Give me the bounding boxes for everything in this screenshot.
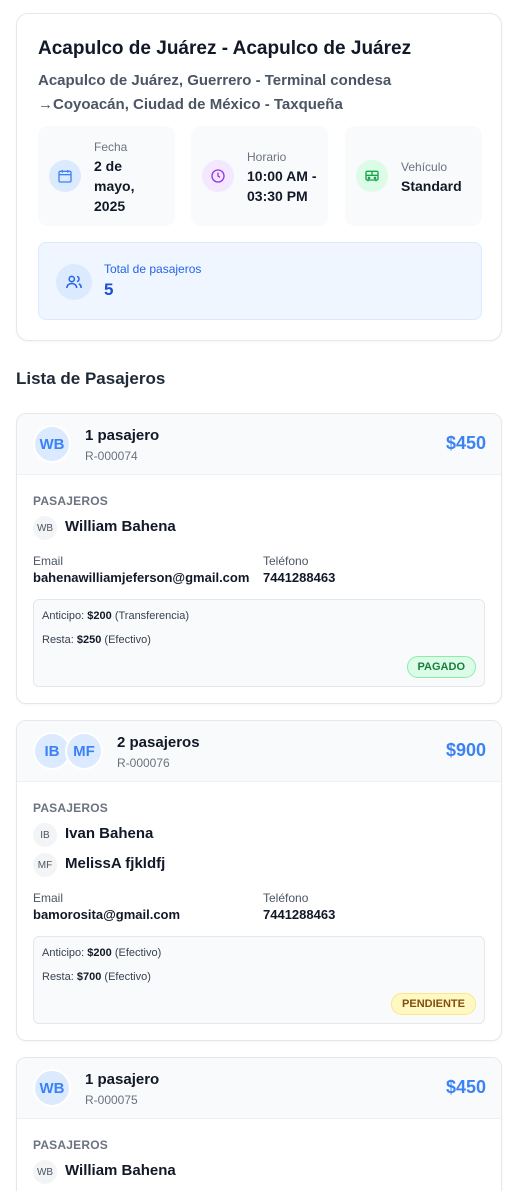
vehicle-label: Vehículo <box>401 160 448 174</box>
payment-summary: Anticipo: $200 (Efectivo) Resta: $700 (E… <box>33 936 485 1024</box>
reservation-price: $450 <box>445 433 486 453</box>
advance-label: Anticipo: <box>42 610 85 622</box>
passenger-list-title: Lista de Pasajeros <box>16 369 166 388</box>
passenger-avatar: IB <box>33 823 57 847</box>
passenger-avatar: MF <box>33 853 57 877</box>
status-badge: PAGADO <box>406 656 476 678</box>
date-value: 2 de mayo, 2025 <box>94 158 135 214</box>
reservation-price: $900 <box>445 740 486 760</box>
remaining-line: Resta: $250 (Efectivo) <box>42 634 151 646</box>
phone-value: 7441288463 <box>263 570 336 585</box>
passenger-avatar: WB <box>33 1160 57 1184</box>
reservation-code: R-000076 <box>117 756 170 770</box>
passengers-label: PASAJEROS <box>33 1138 108 1152</box>
total-passengers-box: Total de pasajeros 5 <box>38 242 482 320</box>
bus-icon <box>356 160 388 192</box>
total-passengers-value: 5 <box>104 280 114 299</box>
trip-route: Acapulco de Juárez, Guerrero - Terminal … <box>38 72 392 113</box>
phone-label: Teléfono <box>263 891 309 905</box>
phone-label: Teléfono <box>263 554 309 568</box>
reservation-code: R-000074 <box>85 449 138 463</box>
calendar-icon <box>49 160 81 192</box>
avatar: WB <box>33 1069 71 1107</box>
reservation-card[interactable]: WB 1 pasajero R-000074 $450 PASAJEROS WB… <box>16 413 502 704</box>
date-info: Fecha 2 de mayo, 2025 <box>38 126 175 226</box>
email-value: bamorosita@gmail.com <box>33 907 181 922</box>
advance-amount: $200 <box>87 610 112 622</box>
remaining-line: Resta: $700 (Efectivo) <box>42 971 151 983</box>
remaining-method: (Efectivo) <box>104 634 151 646</box>
passenger-count: 1 pasajero <box>85 1071 160 1088</box>
time-info: Horario 10:00 AM - 03:30 PM <box>191 126 328 226</box>
remaining-label: Resta: <box>42 971 74 983</box>
trip-title: Acapulco de Juárez - Acapulco de Juárez <box>38 38 412 59</box>
remaining-amount: $700 <box>76 971 102 983</box>
phone-value: 7441288463 <box>263 907 336 922</box>
reservation-header[interactable]: WB 1 pasajero R-000074 $450 <box>17 414 501 475</box>
passenger-name: William Bahena <box>65 1162 176 1179</box>
advance-method: (Transferencia) <box>114 610 189 622</box>
status-badge: PENDIENTE <box>391 993 476 1015</box>
passenger-avatar: WB <box>33 516 57 540</box>
time-value: 10:00 AM - 03:30 PM <box>247 168 317 204</box>
reservation-code: R-000075 <box>85 1093 138 1107</box>
reservation-header[interactable]: WB 1 pasajero R-000075 $450 <box>17 1058 501 1119</box>
vehicle-info: Vehículo Standard <box>345 126 482 226</box>
reservation-header[interactable]: IB MF 2 pasajeros R-000076 $900 <box>17 721 501 782</box>
passengers-label: PASAJEROS <box>33 494 108 508</box>
avatar: WB <box>33 425 71 463</box>
advance-label: Anticipo: <box>42 947 85 959</box>
email-label: Email <box>33 891 64 905</box>
vehicle-value: Standard <box>401 178 462 194</box>
email-value: bahenawilliamjeferson@gmail.com <box>33 570 250 585</box>
reservation-card[interactable]: WB 1 pasajero R-000075 $450 PASAJEROS WB… <box>16 1057 502 1191</box>
users-icon <box>56 264 92 300</box>
date-label: Fecha <box>94 140 128 154</box>
payment-summary: Anticipo: $200 (Transferencia) Resta: $2… <box>33 599 485 687</box>
advance-method: (Efectivo) <box>114 947 162 959</box>
passenger-count: 1 pasajero <box>85 427 160 444</box>
reservation-card[interactable]: IB MF 2 pasajeros R-000076 $900 PASAJERO… <box>16 720 502 1041</box>
advance-line: Anticipo: $200 (Efectivo) <box>42 947 161 959</box>
email-label: Email <box>33 554 64 568</box>
passenger-name: Ivan Bahena <box>65 825 154 842</box>
passenger-name: MelissA fjkldfj <box>65 855 166 872</box>
reservation-price: $450 <box>445 1077 486 1097</box>
passenger-name: William Bahena <box>65 518 176 535</box>
avatar: MF <box>65 732 103 770</box>
remaining-label: Resta: <box>42 634 74 646</box>
passenger-count: 2 pasajeros <box>117 734 200 751</box>
time-label: Horario <box>247 150 287 164</box>
trip-summary-card: Acapulco de Juárez - Acapulco de Juárez … <box>16 13 502 341</box>
advance-amount: $200 <box>87 947 112 959</box>
passengers-label: PASAJEROS <box>33 801 108 815</box>
remaining-amount: $250 <box>76 634 102 646</box>
advance-line: Anticipo: $200 (Transferencia) <box>42 610 189 622</box>
total-passengers-label: Total de pasajeros <box>104 262 202 276</box>
clock-icon <box>202 160 234 192</box>
remaining-method: (Efectivo) <box>104 971 151 983</box>
